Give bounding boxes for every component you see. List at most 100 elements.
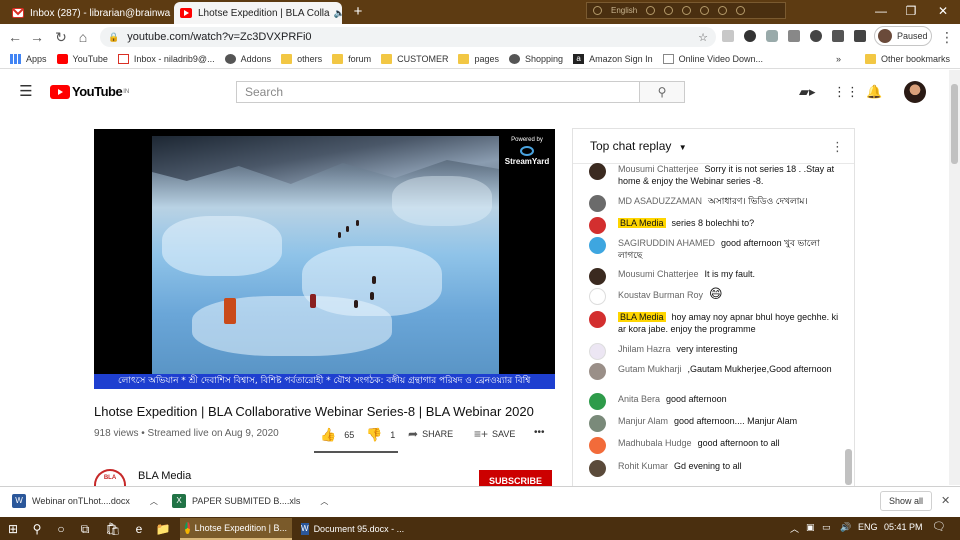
address-bar[interactable]: 🔒 youtube.com/watch?v=Zc3DVXPRFi0 ☆ bbox=[100, 27, 716, 47]
share-button[interactable]: ➦ SHARE bbox=[408, 427, 453, 441]
media-icon[interactable] bbox=[854, 30, 866, 42]
toolbar-circle-icon[interactable] bbox=[593, 6, 602, 15]
bookmark-others[interactable]: others bbox=[281, 53, 322, 64]
cortana-icon[interactable]: ○ bbox=[52, 520, 70, 538]
chat-author[interactable]: Rohit Kumar bbox=[618, 461, 668, 471]
chat-author[interactable]: Manjur Alam bbox=[618, 416, 668, 426]
bookmark-video-down[interactable]: Online Video Down... bbox=[662, 53, 763, 64]
tab-gmail[interactable]: Inbox (287) - librarian@brainwa bbox=[6, 2, 172, 24]
toolbar-circle-icon[interactable] bbox=[700, 6, 710, 15]
toolbar-circle-icon[interactable] bbox=[718, 6, 728, 15]
minimize-button[interactable]: — bbox=[866, 2, 896, 22]
bookmark-pages[interactable]: pages bbox=[458, 53, 499, 64]
chat-author[interactable]: MD ASADUZZAMAN bbox=[618, 196, 702, 206]
hamburger-menu-icon[interactable]: ☰ bbox=[18, 84, 34, 100]
chat-author[interactable]: Koustav Burman Roy bbox=[618, 290, 703, 300]
more-bookmarks-button[interactable]: » bbox=[836, 54, 841, 64]
tray-chevron-icon[interactable]: ︿ bbox=[790, 522, 799, 535]
page-scrollbar[interactable] bbox=[949, 70, 960, 485]
close-icon[interactable]: ✕ bbox=[941, 494, 950, 507]
avatar[interactable] bbox=[589, 163, 606, 180]
language-indicator[interactable]: ENG bbox=[858, 522, 878, 532]
chat-author[interactable]: Jhilam Hazra bbox=[618, 344, 671, 354]
chevron-up-icon[interactable]: ︿ bbox=[320, 496, 328, 507]
avatar[interactable] bbox=[589, 460, 606, 477]
chat-author[interactable]: Mousumi Chatterjee bbox=[618, 164, 699, 174]
puzzle-icon[interactable] bbox=[832, 30, 844, 42]
home-icon[interactable]: ⌂ bbox=[74, 28, 92, 46]
channel-avatar[interactable]: BLA bbox=[94, 469, 126, 487]
clock[interactable]: 05:41 PM bbox=[884, 522, 923, 532]
show-all-button[interactable]: Show all bbox=[880, 491, 932, 511]
bookmark-forum[interactable]: forum bbox=[332, 53, 371, 64]
battery-icon[interactable]: ▭ bbox=[822, 522, 831, 533]
avatar[interactable] bbox=[904, 81, 926, 103]
create-video-icon[interactable]: ▰▸ bbox=[799, 84, 816, 100]
subscribe-button[interactable]: SUBSCRIBE bbox=[479, 470, 552, 486]
search-icon[interactable]: ⚲ bbox=[28, 520, 46, 538]
extension-icon[interactable] bbox=[810, 30, 822, 42]
help-icon[interactable] bbox=[736, 6, 746, 15]
taskbar-app-word[interactable]: W Document 95.docx - ... bbox=[296, 518, 408, 540]
edge-icon[interactable]: e bbox=[130, 520, 148, 538]
back-icon[interactable]: ← bbox=[6, 28, 24, 46]
chat-author[interactable]: BLA Media bbox=[618, 312, 666, 322]
bookmark-shopping[interactable]: Shopping bbox=[509, 53, 563, 64]
chat-author[interactable]: SAGIRUDDIN AHAMED bbox=[618, 238, 715, 248]
bookmark-youtube[interactable]: YouTube bbox=[56, 53, 108, 64]
avatar[interactable] bbox=[589, 311, 606, 328]
task-view-icon[interactable]: ⧉ bbox=[76, 520, 94, 538]
restore-button[interactable]: ❐ bbox=[896, 2, 926, 22]
chat-header[interactable]: Top chat replay ▼ bbox=[573, 129, 854, 164]
dislike-button[interactable]: 👎 1 bbox=[366, 427, 395, 443]
save-button[interactable]: ≡+ SAVE bbox=[474, 427, 515, 441]
avatar[interactable] bbox=[589, 437, 606, 454]
chat-author[interactable]: Mousumi Chatterjee bbox=[618, 269, 699, 279]
star-icon[interactable]: ☆ bbox=[698, 31, 708, 44]
avatar[interactable] bbox=[589, 415, 606, 432]
tab-youtube-active[interactable]: Lhotse Expedition | BLA Colla 🔈 ✕ bbox=[174, 2, 342, 24]
bookmark-amazon[interactable]: a Amazon Sign In bbox=[573, 53, 653, 64]
channel-name[interactable]: BLA Media bbox=[138, 470, 191, 482]
like-button[interactable]: 👍 65 bbox=[320, 427, 354, 443]
scroll-thumb[interactable] bbox=[951, 84, 958, 164]
bookmark-customer[interactable]: CUSTOMER bbox=[381, 53, 448, 64]
windows-start-icon[interactable]: ⊞ bbox=[4, 520, 22, 538]
toolbar-circle-icon[interactable] bbox=[664, 6, 674, 15]
language-label[interactable]: English bbox=[611, 6, 637, 15]
chat-scrollbar[interactable] bbox=[845, 449, 852, 485]
avatar[interactable] bbox=[589, 237, 606, 254]
apps-grid-icon[interactable]: ⋮⋮ bbox=[833, 84, 859, 100]
file-explorer-icon[interactable]: 📁 bbox=[154, 520, 172, 538]
chat-author[interactable]: Madhubala Hudge bbox=[618, 438, 692, 448]
download-item[interactable]: X PAPER SUBMITED B....xls ︿ bbox=[172, 494, 328, 508]
chat-author[interactable]: BLA Media bbox=[618, 218, 666, 228]
extension-icon[interactable] bbox=[788, 30, 800, 42]
bookmark-apps[interactable]: Apps bbox=[10, 53, 47, 64]
extension-icon[interactable] bbox=[722, 30, 734, 42]
avatar[interactable] bbox=[589, 343, 606, 360]
avatar[interactable] bbox=[589, 363, 606, 380]
tray-app-icon[interactable]: ▣ bbox=[806, 522, 815, 533]
volume-icon[interactable]: 🔊 bbox=[840, 522, 851, 533]
close-window-button[interactable]: ✕ bbox=[928, 2, 958, 22]
chat-menu-icon[interactable]: ⋮ bbox=[831, 139, 844, 155]
avatar[interactable] bbox=[589, 195, 606, 212]
avatar[interactable] bbox=[589, 217, 606, 234]
shield-icon[interactable] bbox=[766, 30, 778, 42]
store-icon[interactable]: 🛍 bbox=[104, 520, 122, 538]
chat-author[interactable]: Anita Bera bbox=[618, 394, 660, 404]
forward-icon[interactable]: → bbox=[28, 28, 46, 46]
taskbar-app-chrome[interactable]: Lhotse Expedition | B... bbox=[180, 518, 292, 540]
menu-kebab-icon[interactable]: ⋮ bbox=[938, 28, 956, 46]
bell-icon[interactable]: 🔔 bbox=[866, 84, 882, 100]
chevron-up-icon[interactable]: ︿ bbox=[150, 496, 158, 507]
reload-icon[interactable]: ↻ bbox=[52, 28, 70, 46]
toolbar-circle-icon[interactable] bbox=[646, 6, 656, 15]
download-item[interactable]: W Webinar onTLhot....docx ︿ bbox=[12, 494, 158, 508]
profile-button[interactable]: Paused bbox=[874, 26, 932, 46]
search-button[interactable]: ⚲ bbox=[640, 81, 685, 103]
other-bookmarks[interactable]: Other bookmarks bbox=[864, 53, 950, 64]
youtube-logo[interactable]: YouTube IN bbox=[50, 84, 129, 99]
speaker-icon[interactable]: 🔈 bbox=[334, 8, 342, 19]
